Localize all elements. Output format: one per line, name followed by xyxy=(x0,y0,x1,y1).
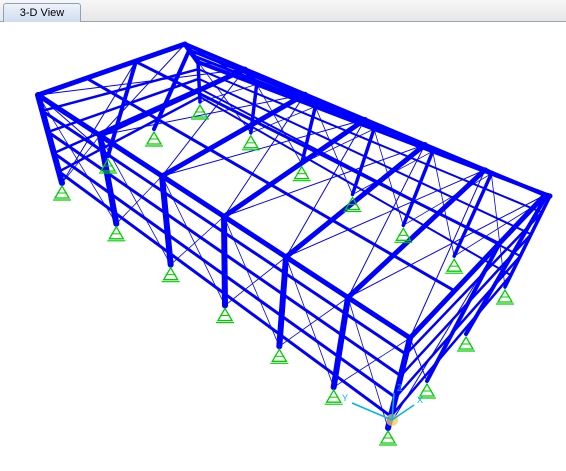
axis-label-z: Z xyxy=(397,383,403,393)
pinned-support-icon xyxy=(191,103,209,120)
left-column-4 xyxy=(221,213,228,309)
structure-model: X Y Z xyxy=(35,41,553,446)
tab-bar: 3-D View xyxy=(0,0,566,22)
axis-label-x: X xyxy=(417,395,423,405)
end-wall-girt xyxy=(394,254,522,399)
pinned-support-icon xyxy=(145,130,163,147)
end-wall-girt xyxy=(57,95,201,173)
pinned-support-icon xyxy=(53,184,71,201)
pinned-support-icon xyxy=(324,388,343,405)
pinned-support-icon xyxy=(107,225,126,242)
end-wall-girt xyxy=(404,211,544,356)
pinned-support-icon xyxy=(161,266,180,283)
rafter-4 xyxy=(221,117,368,219)
axis-label-y: Y xyxy=(342,393,348,403)
pinned-support-icon xyxy=(241,134,260,151)
3d-viewport[interactable]: X Y Z xyxy=(0,22,566,471)
rafter-6 xyxy=(482,167,494,177)
right-column-6 xyxy=(452,171,494,258)
end-wall-brace xyxy=(409,337,428,382)
pinned-support-icon xyxy=(496,288,514,305)
pinned-support-icon xyxy=(457,335,475,352)
pinned-support-icon xyxy=(445,257,464,274)
pinned-support-icon xyxy=(270,348,289,364)
frame-members-layer xyxy=(35,41,553,431)
pinned-support-icon xyxy=(216,307,234,324)
right-column-5 xyxy=(401,149,435,228)
right-column-7 xyxy=(503,194,552,289)
end-wall-girt xyxy=(41,67,200,113)
pinned-support-icon xyxy=(394,227,413,243)
rafter-1 xyxy=(35,41,188,98)
pinned-support-icon xyxy=(379,429,397,446)
end-wall-girt xyxy=(399,232,533,378)
tab-3d-view[interactable]: 3-D View xyxy=(3,3,81,22)
